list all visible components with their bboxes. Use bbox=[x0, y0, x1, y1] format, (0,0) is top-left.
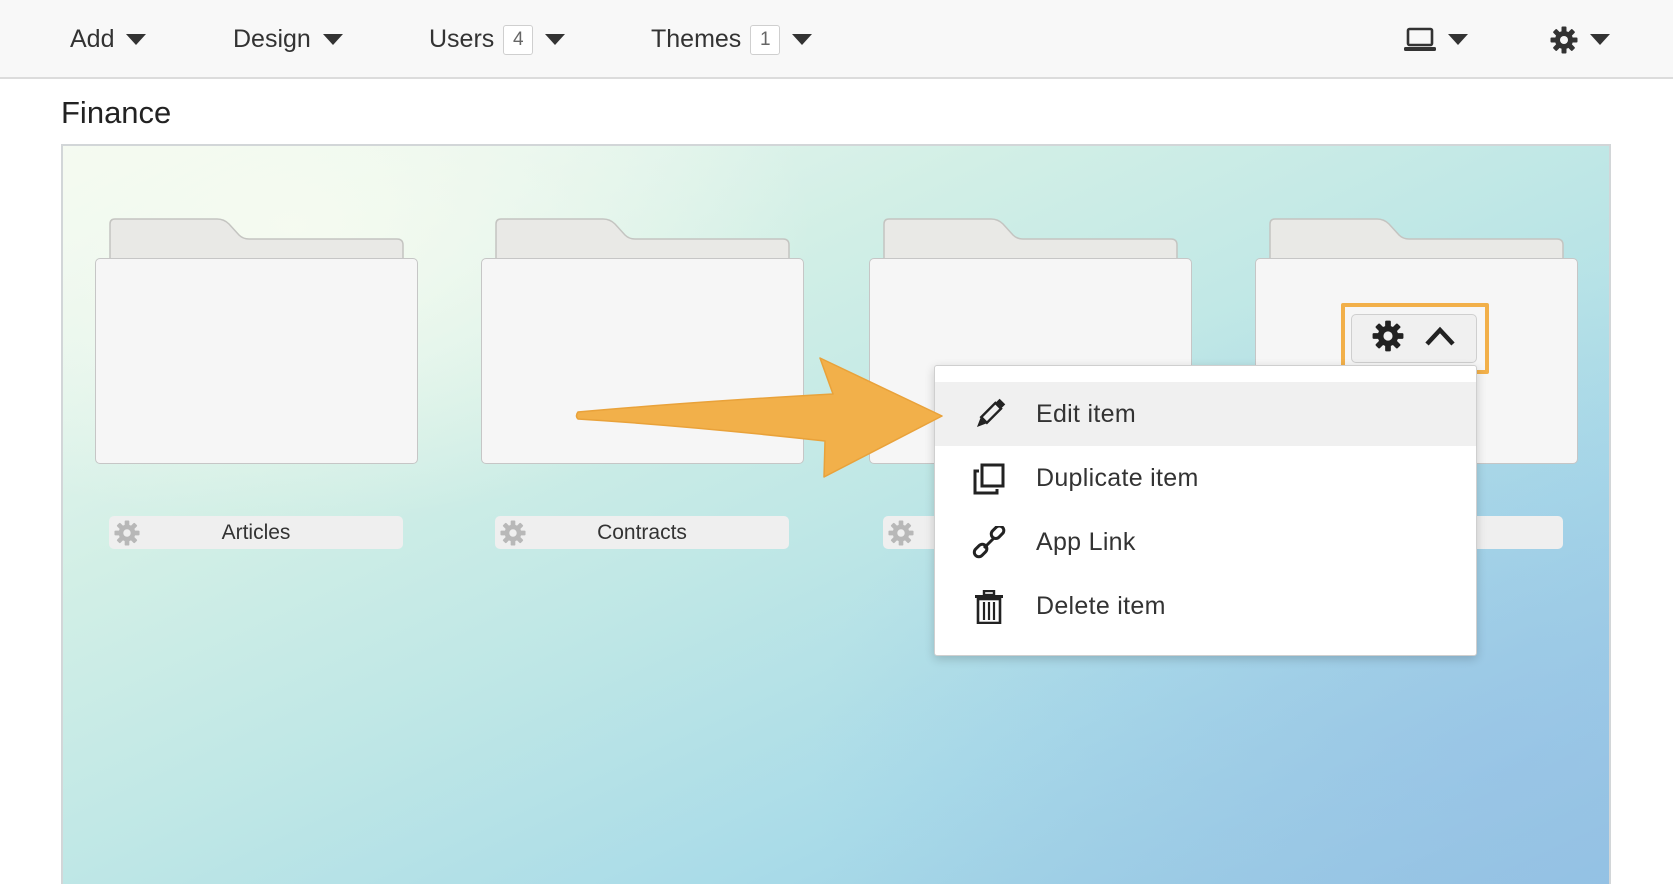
trash-icon bbox=[971, 589, 1007, 625]
design-menu-button[interactable]: Design bbox=[233, 0, 343, 79]
gear-icon bbox=[1550, 26, 1578, 54]
themes-label: Themes bbox=[651, 25, 742, 53]
caret-down-icon bbox=[1590, 34, 1610, 45]
device-preview-button[interactable] bbox=[1404, 0, 1468, 79]
menu-item-delete[interactable]: Delete item bbox=[935, 574, 1476, 638]
menu-item-label: App Link bbox=[1036, 527, 1136, 556]
item-context-menu: Edit item Duplicate item App Link Delete… bbox=[934, 365, 1477, 656]
folder-label-bar[interactable]: Articles bbox=[109, 516, 403, 549]
design-label: Design bbox=[233, 25, 311, 53]
gear-icon[interactable] bbox=[114, 520, 140, 551]
add-label: Add bbox=[70, 25, 115, 53]
menu-item-duplicate[interactable]: Duplicate item bbox=[935, 446, 1476, 510]
menu-item-label: Duplicate item bbox=[1036, 463, 1199, 492]
menu-item-app-link[interactable]: App Link bbox=[935, 510, 1476, 574]
settings-menu-button[interactable] bbox=[1550, 0, 1610, 79]
users-menu-button[interactable]: Users 4 bbox=[429, 0, 566, 79]
folder-tab bbox=[495, 218, 790, 262]
callout-arrow bbox=[575, 357, 943, 478]
top-toolbar: Add Design Users 4 Themes 1 bbox=[0, 0, 1673, 79]
folder-tab bbox=[109, 218, 404, 262]
users-count-badge: 4 bbox=[503, 24, 534, 55]
page-title: Finance bbox=[61, 95, 172, 130]
folder-tab bbox=[1269, 218, 1564, 262]
folder-options-toggle[interactable] bbox=[1351, 314, 1477, 363]
folder-tab bbox=[883, 218, 1178, 262]
caret-down-icon bbox=[322, 34, 343, 45]
link-icon bbox=[971, 525, 1007, 561]
folder-body bbox=[95, 258, 418, 464]
folder-tile[interactable] bbox=[95, 218, 418, 464]
folder-label: Articles bbox=[221, 520, 291, 544]
folder-label-bar[interactable]: Contracts bbox=[495, 516, 789, 549]
menu-item-label: Delete item bbox=[1036, 591, 1166, 620]
gear-icon bbox=[1372, 320, 1404, 357]
caret-down-icon bbox=[126, 34, 147, 45]
chevron-up-icon bbox=[1424, 325, 1456, 352]
gear-icon[interactable] bbox=[888, 520, 914, 551]
themes-menu-button[interactable]: Themes 1 bbox=[651, 0, 813, 79]
add-menu-button[interactable]: Add bbox=[70, 0, 147, 79]
caret-down-icon bbox=[792, 34, 813, 45]
laptop-icon bbox=[1404, 27, 1436, 53]
caret-down-icon bbox=[1448, 34, 1468, 45]
users-label: Users bbox=[429, 25, 495, 53]
duplicate-icon bbox=[971, 461, 1007, 497]
themes-count-badge: 1 bbox=[750, 24, 781, 55]
menu-item-label: Edit item bbox=[1036, 399, 1136, 428]
caret-down-icon bbox=[545, 34, 566, 45]
folder-label: Contracts bbox=[597, 520, 687, 544]
gear-icon[interactable] bbox=[500, 520, 526, 551]
pencil-icon bbox=[971, 397, 1007, 433]
menu-item-edit[interactable]: Edit item bbox=[935, 382, 1476, 446]
